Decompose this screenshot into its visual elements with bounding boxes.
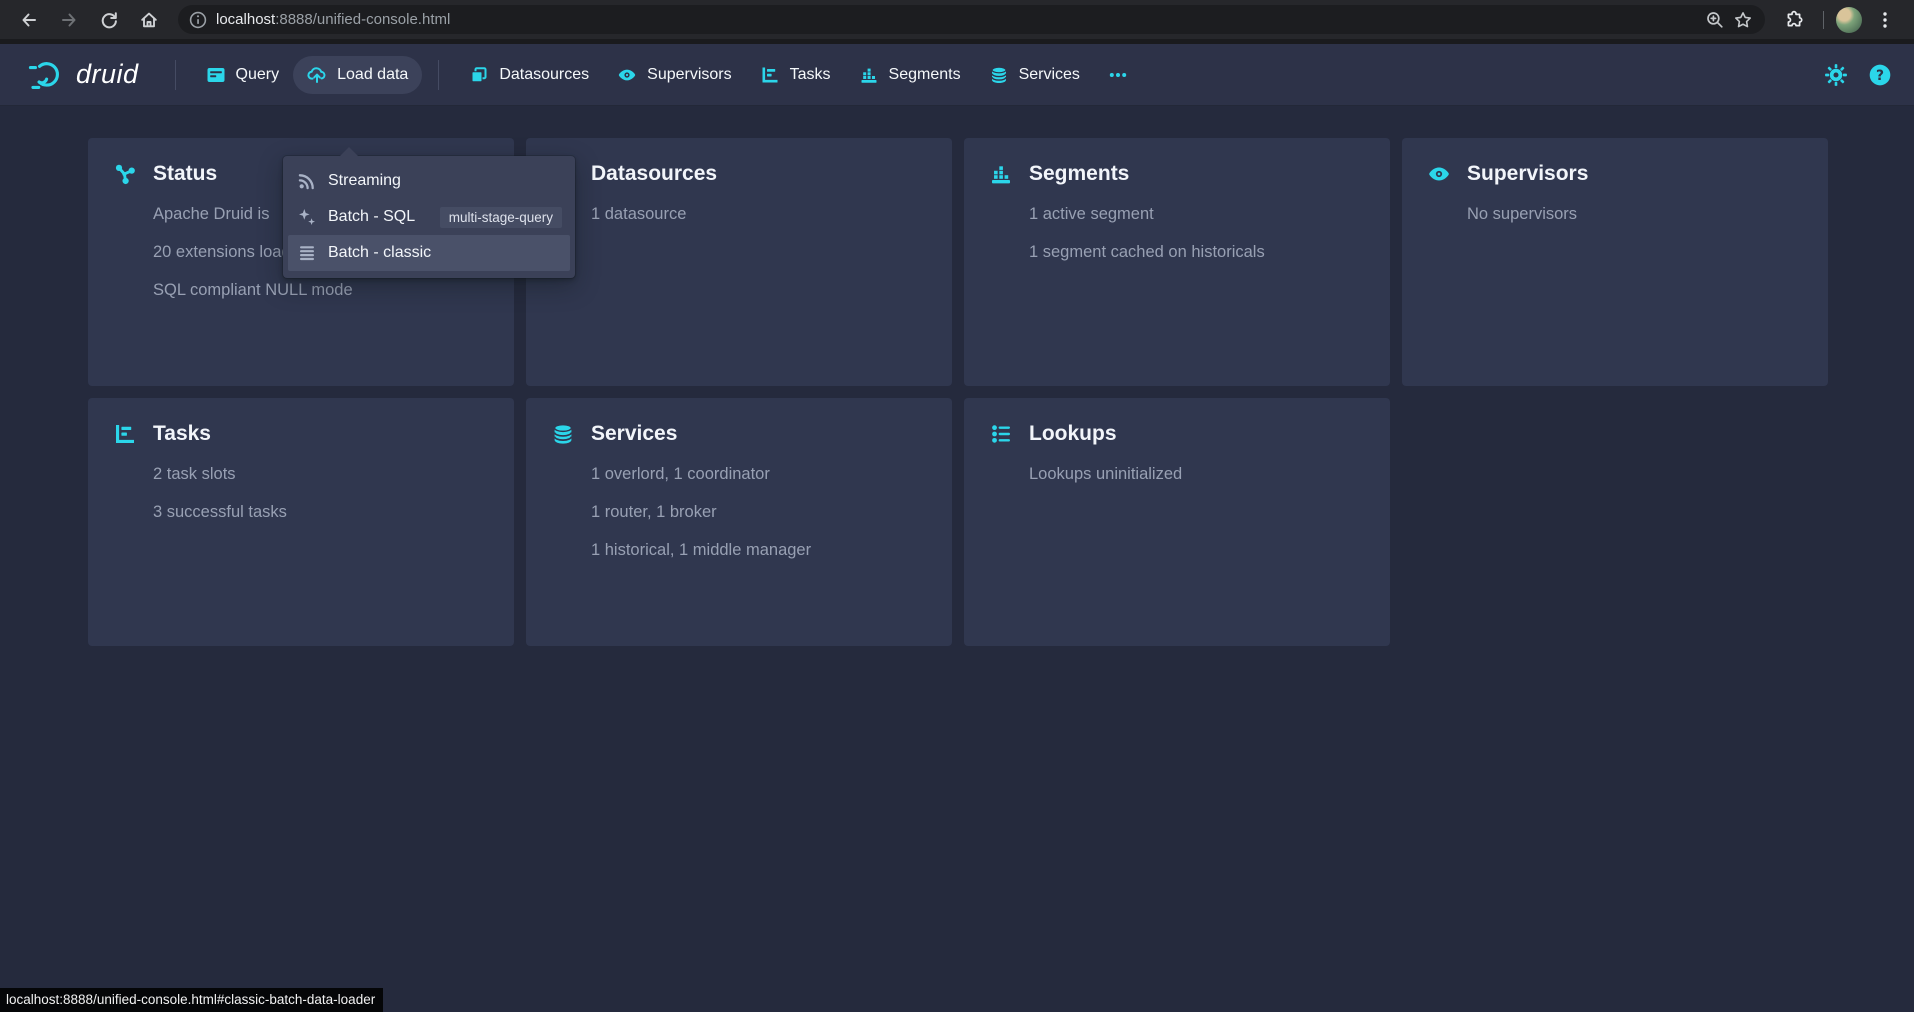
home-icon bbox=[139, 10, 159, 30]
bookmark-star-icon[interactable] bbox=[1733, 10, 1753, 30]
th-list-icon bbox=[297, 243, 317, 263]
services-line: 1 historical, 1 middle manager bbox=[591, 541, 927, 560]
link-status-tooltip: localhost:8888/unified-console.html#clas… bbox=[0, 988, 383, 1012]
nav-services-label: Services bbox=[1019, 66, 1080, 84]
datasources-line: 1 datasource bbox=[591, 205, 927, 224]
tasks-card-title: Tasks bbox=[153, 422, 211, 446]
address-bar[interactable]: localhost:8888/unified-console.html bbox=[178, 5, 1765, 34]
eye-icon bbox=[1427, 162, 1451, 186]
nav-tasks-label: Tasks bbox=[790, 66, 831, 84]
lookups-line: Lookups uninitialized bbox=[1029, 465, 1365, 484]
menu-batch-classic-label: Batch - classic bbox=[328, 244, 431, 262]
services-card-title: Services bbox=[591, 422, 677, 446]
browser-toolbar: localhost:8888/unified-console.html bbox=[0, 0, 1914, 39]
nav-tasks[interactable]: Tasks bbox=[746, 56, 845, 94]
properties-icon bbox=[989, 422, 1013, 446]
datasources-card-title: Datasources bbox=[591, 162, 717, 186]
druid-logo[interactable]: druid bbox=[28, 59, 139, 91]
kebab-menu-icon bbox=[1875, 10, 1895, 30]
back-button[interactable] bbox=[12, 4, 46, 36]
graph-symbol-icon bbox=[113, 162, 137, 186]
url-text: localhost:8888/unified-console.html bbox=[216, 11, 450, 28]
url-path: :8888/unified-console.html bbox=[275, 11, 450, 28]
reload-button[interactable] bbox=[92, 4, 126, 36]
segments-line: 1 segment cached on historicals bbox=[1029, 243, 1365, 262]
back-arrow-icon bbox=[19, 10, 39, 30]
popover-caret bbox=[339, 147, 359, 157]
supervisors-line: No supervisors bbox=[1467, 205, 1803, 224]
supervisors-card[interactable]: Supervisors No supervisors bbox=[1402, 138, 1828, 386]
status-line: SQL compliant NULL mode bbox=[153, 281, 489, 300]
lookups-card[interactable]: Lookups Lookups uninitialized bbox=[964, 398, 1390, 646]
toolbar-separator bbox=[1823, 11, 1824, 29]
druid-logo-text: druid bbox=[76, 59, 139, 90]
browser-menu-button[interactable] bbox=[1868, 4, 1902, 36]
segments-card-title: Segments bbox=[1029, 162, 1129, 186]
puzzle-icon bbox=[1784, 10, 1804, 30]
nav-supervisors[interactable]: Supervisors bbox=[603, 56, 745, 94]
tasks-line: 2 task slots bbox=[153, 465, 489, 484]
nav-datasources[interactable]: Datasources bbox=[455, 56, 603, 94]
url-host: localhost bbox=[216, 11, 275, 28]
cloud-upload-icon bbox=[307, 65, 327, 85]
nav-supervisors-label: Supervisors bbox=[647, 66, 731, 84]
database-icon bbox=[989, 65, 1009, 85]
segments-chart-icon bbox=[989, 162, 1013, 186]
forward-arrow-icon bbox=[59, 10, 79, 30]
tasks-line: 3 successful tasks bbox=[153, 503, 489, 522]
zoom-icon[interactable] bbox=[1705, 10, 1725, 30]
settings-gear-icon[interactable] bbox=[1824, 63, 1848, 87]
feed-icon bbox=[297, 171, 317, 191]
tasks-card[interactable]: Tasks 2 task slots 3 successful tasks bbox=[88, 398, 514, 646]
console-icon bbox=[206, 65, 226, 85]
nav-segments-label: Segments bbox=[889, 66, 961, 84]
nav-segments[interactable]: Segments bbox=[845, 56, 975, 94]
site-info-icon[interactable] bbox=[188, 10, 208, 30]
menu-batch-sql-label: Batch - SQL bbox=[328, 208, 415, 226]
more-dots-icon bbox=[1108, 65, 1128, 85]
extensions-button[interactable] bbox=[1777, 4, 1811, 36]
nav-separator bbox=[175, 60, 176, 90]
supervisors-card-title: Supervisors bbox=[1467, 162, 1588, 186]
services-line: 1 router, 1 broker bbox=[591, 503, 927, 522]
menu-item-batch-sql[interactable]: Batch - SQL multi-stage-query bbox=[288, 199, 570, 235]
help-icon[interactable]: ? bbox=[1868, 63, 1892, 87]
gantt-chart-icon bbox=[760, 65, 780, 85]
druid-navbar: druid Query Load data Datasources Superv… bbox=[0, 44, 1914, 106]
menu-item-streaming[interactable]: Streaming bbox=[288, 163, 570, 199]
segments-chart-icon bbox=[859, 65, 879, 85]
eye-icon bbox=[617, 65, 637, 85]
database-icon bbox=[551, 422, 575, 446]
menu-item-batch-classic[interactable]: Batch - classic bbox=[288, 235, 570, 271]
load-data-menu: Streaming Batch - SQL multi-stage-query … bbox=[283, 156, 575, 278]
datasources-icon bbox=[469, 65, 489, 85]
reload-icon bbox=[99, 10, 119, 30]
nav-load-data[interactable]: Load data bbox=[293, 56, 422, 94]
datasources-card[interactable]: Datasources 1 datasource bbox=[526, 138, 952, 386]
services-line: 1 overlord, 1 coordinator bbox=[591, 465, 927, 484]
status-card-title: Status bbox=[153, 162, 217, 186]
menu-streaming-label: Streaming bbox=[328, 172, 401, 190]
nav-load-data-label: Load data bbox=[337, 66, 408, 84]
sparkles-icon bbox=[297, 207, 317, 227]
nav-services[interactable]: Services bbox=[975, 56, 1094, 94]
nav-query[interactable]: Query bbox=[192, 56, 294, 94]
nav-more[interactable] bbox=[1094, 56, 1142, 94]
home-button[interactable] bbox=[132, 4, 166, 36]
svg-text:?: ? bbox=[1876, 68, 1884, 84]
nav-datasources-label: Datasources bbox=[499, 66, 589, 84]
lookups-card-title: Lookups bbox=[1029, 422, 1117, 446]
segments-line: 1 active segment bbox=[1029, 205, 1365, 224]
gantt-chart-icon bbox=[113, 422, 137, 446]
nav-separator bbox=[438, 60, 439, 90]
profile-avatar[interactable] bbox=[1836, 7, 1862, 33]
druid-logo-icon bbox=[28, 59, 66, 91]
forward-button[interactable] bbox=[52, 4, 86, 36]
multi-stage-query-badge: multi-stage-query bbox=[440, 207, 562, 228]
nav-query-label: Query bbox=[236, 66, 280, 84]
services-card[interactable]: Services 1 overlord, 1 coordinator 1 rou… bbox=[526, 398, 952, 646]
segments-card[interactable]: Segments 1 active segment 1 segment cach… bbox=[964, 138, 1390, 386]
